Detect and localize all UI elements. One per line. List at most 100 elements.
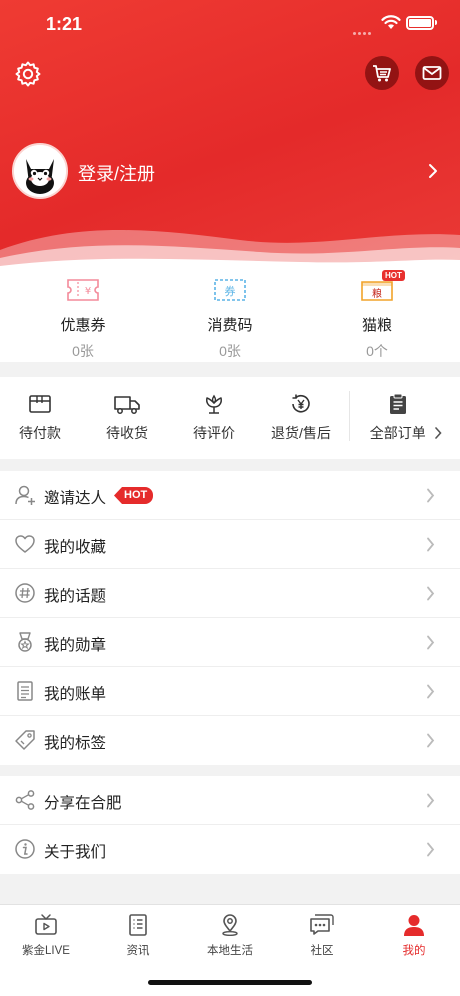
assets-panel: ¥ 优惠券 0张 券 消费码 0张 粮 HOT 猫粮 0个 [0,266,460,362]
stat-value: 0张 [219,343,241,359]
voucher-icon: 券 [213,276,247,304]
menu-group-main: 邀请达人 HOT 我的收藏 我的话题 我的勋章 我的账单 我的标签 [0,471,460,765]
cart-icon [373,65,391,82]
settings-gear-icon[interactable] [14,60,42,88]
menu-item-topics[interactable]: 我的话题 [0,569,460,618]
stat-value: 0个 [366,343,388,359]
order-pending-receipt[interactable]: 待收货 [87,393,167,443]
chevron-right-icon [435,427,442,439]
cat-food-icon: 粮 HOT [360,270,405,304]
menu-item-label: 关于我们 [44,844,107,861]
menu-item-label: 我的勋章 [44,637,107,654]
wallet-icon [29,395,51,413]
bill-icon [17,681,33,701]
menu-item-invite[interactable]: 邀请达人 HOT [0,471,460,520]
refund-icon [292,394,310,413]
orders-divider [349,391,350,441]
chevron-right-icon [427,635,435,650]
menu-item-label: 我的标签 [44,735,107,752]
menu-item-bills[interactable]: 我的账单 [0,667,460,716]
location-icon [222,914,238,937]
menu-item-label: 邀请达人 [44,490,107,507]
menu-item-tags[interactable]: 我的标签 [0,716,460,765]
order-refund-aftersale[interactable]: 退货/售后 [261,393,341,443]
tab-live[interactable]: 紫金LIVE [0,913,92,958]
chevron-right-icon [427,586,435,601]
menu-item-medals[interactable]: 我的勋章 [0,618,460,667]
chevron-right-icon [427,733,435,748]
wifi-icon [381,15,401,29]
cat-avatar-icon [14,145,66,197]
menu-item-about[interactable]: 关于我们 [0,825,460,874]
stat-value: 0张 [72,343,94,359]
chevron-right-icon [427,537,435,552]
user-icon [404,915,424,936]
share-icon [15,790,35,810]
order-label: 待付款 [19,425,61,441]
stat-cat-food[interactable]: 粮 HOT 猫粮 0个 [327,270,427,361]
order-label: 退货/售后 [271,425,331,441]
menu-item-label: 我的话题 [44,588,107,605]
hot-badge: HOT [114,487,154,504]
login-row[interactable]: 登录/注册 [12,143,448,201]
header-wave-decoration [0,230,460,270]
tab-news[interactable]: 资讯 [92,913,184,958]
order-label: 待收货 [106,425,148,441]
orders-panel: 待付款 待收货 待评价 退货/售后 全部订单 [0,377,460,459]
chat-icon [310,914,334,935]
stat-label: 猫粮 [361,317,392,334]
avatar[interactable] [12,143,68,199]
news-icon [129,914,147,936]
cart-button[interactable] [365,56,399,90]
tab-label: 资讯 [126,945,150,957]
chevron-right-icon [427,488,435,503]
menu-item-label: 我的收藏 [44,539,107,556]
order-label: 待评价 [193,425,235,441]
stat-coupons[interactable]: ¥ 优惠券 0张 [33,276,133,361]
tv-icon [35,914,57,935]
tab-me[interactable]: 我的 [368,913,460,958]
chevron-right-icon [427,842,435,857]
mail-icon [422,66,442,80]
flower-icon [206,394,222,414]
menu-item-share[interactable]: 分享在合肥 [0,776,460,825]
order-label: 全部订单 [369,425,426,441]
battery-nub [435,20,437,25]
home-indicator[interactable] [148,980,312,985]
menu-group-secondary: 分享在合肥 关于我们 [0,776,460,874]
order-pending-payment[interactable]: 待付款 [0,393,80,443]
stat-label: 优惠券 [60,317,106,334]
tab-local-life[interactable]: 本地生活 [184,913,276,958]
stat-vouchers[interactable]: 券 消费码 0张 [180,276,280,361]
message-button[interactable] [415,56,449,90]
hot-badge: HOT [382,270,405,281]
cat-food-icon-text: 粮 [372,287,382,300]
menu-item-label: 分享在合肥 [44,795,122,812]
tab-label: 本地生活 [207,945,253,957]
chevron-right-icon [427,793,435,808]
chevron-right-icon [427,684,435,699]
heart-icon [15,535,35,553]
status-time: 1:21 [46,14,83,34]
order-pending-review[interactable]: 待评价 [174,393,254,443]
battery-icon [406,16,434,30]
login-register-link[interactable]: 登录/注册 [78,160,155,186]
all-orders-link[interactable]: 全部订单 [358,393,454,443]
chevron-right-icon [429,164,437,178]
status-bar: 1:21 [0,0,460,46]
truck-icon [114,396,140,414]
hashtag-icon [15,583,35,603]
tab-label: 紫金LIVE [22,945,70,957]
clipboard-icon [390,393,406,414]
tab-label: 我的 [402,945,426,957]
tab-community[interactable]: 社区 [276,913,368,958]
menu-item-favorites[interactable]: 我的收藏 [0,520,460,569]
tag-icon [15,730,35,750]
info-icon [15,839,35,859]
signal-icon [353,22,373,35]
voucher-icon-text: 券 [225,284,236,298]
coupon-icon-text: ¥ [85,286,91,297]
coupon-icon: ¥ [66,276,100,304]
tab-label: 社区 [310,945,334,957]
invite-user-icon [15,485,35,505]
